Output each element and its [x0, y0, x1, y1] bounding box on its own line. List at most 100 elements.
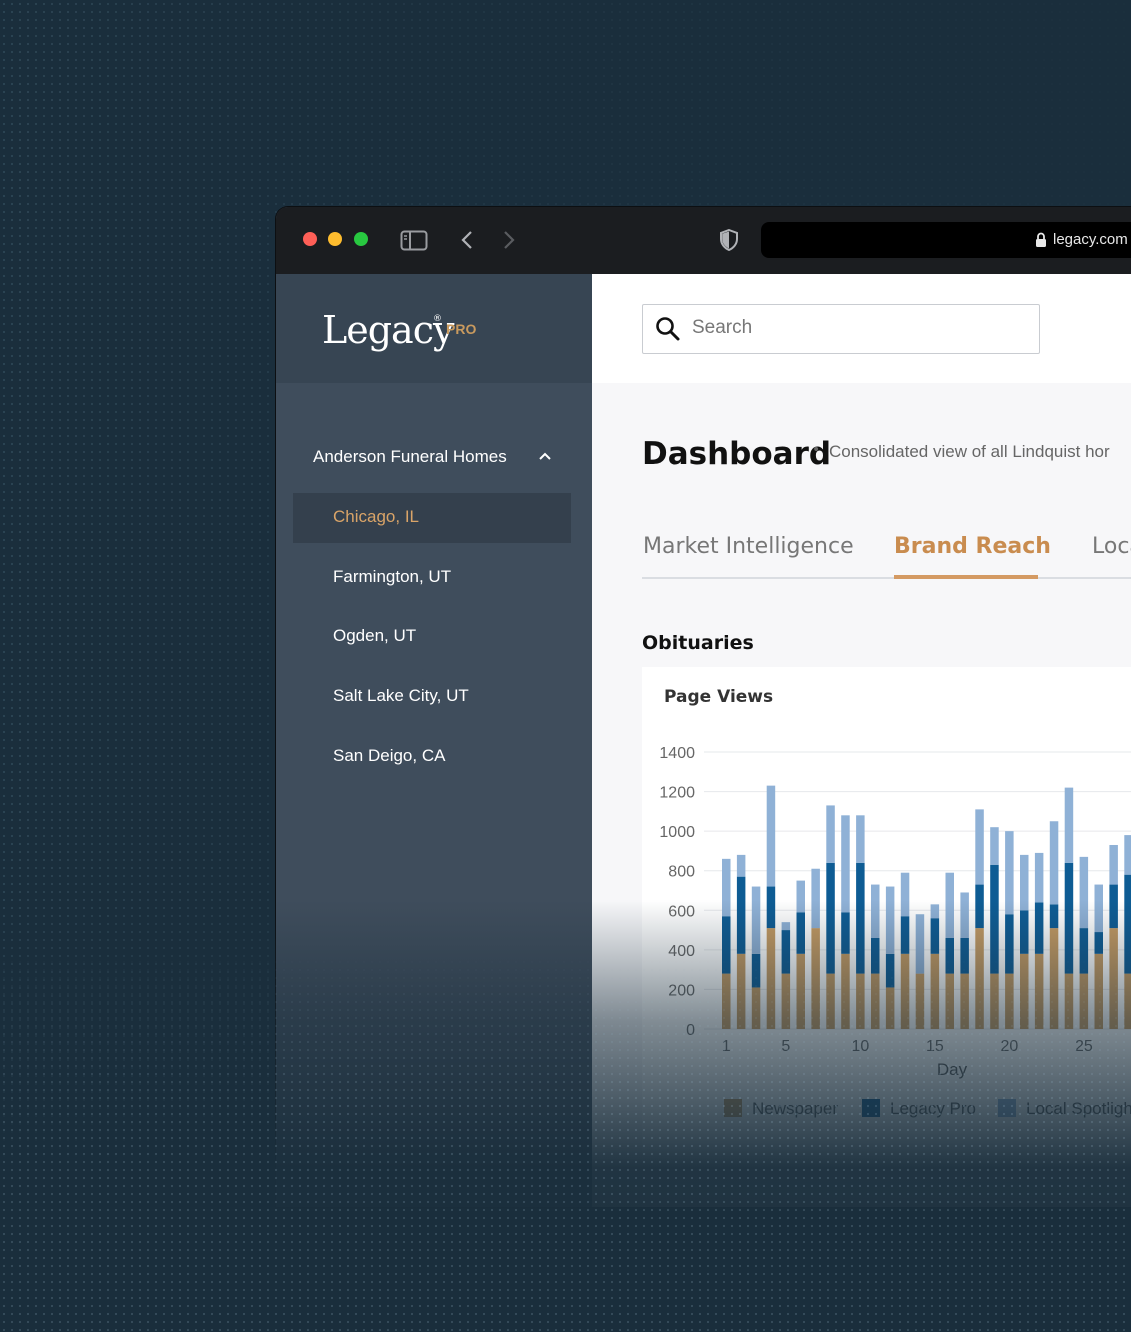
bar-segment: [945, 973, 954, 1029]
legend-label: Local Spotlight: [1026, 1099, 1131, 1118]
bar-segment: [915, 914, 925, 974]
bar-segment: [900, 916, 910, 954]
browser-window: legacy.com Legacy ® PRO Anderson Funeral…: [276, 207, 1131, 1207]
sidebar-item-label: San Deigo, CA: [333, 746, 446, 765]
bar-segment: [975, 884, 984, 929]
sidebar-item-ogden[interactable]: Ogden, UT: [293, 612, 571, 662]
shield-icon[interactable]: [719, 229, 739, 251]
address-bar[interactable]: legacy.com: [761, 222, 1131, 258]
chevron-up-icon[interactable]: [538, 451, 552, 461]
lock-icon: [1036, 232, 1046, 247]
registered-mark: ®: [433, 314, 442, 324]
y-tick-label: 1200: [659, 785, 695, 802]
bar-segment: [1094, 932, 1103, 954]
bar-segment: [751, 953, 761, 988]
page-views-chart: 02004006008001000120014001 5 10 15 20 25DayNe…: [659, 745, 1131, 1118]
x-axis-label: Day: [937, 1060, 968, 1079]
y-tick-label: 600: [668, 903, 695, 920]
bar-segment: [1079, 928, 1089, 974]
page-subtitle: Consolidated view of all Lindquist hor: [829, 442, 1110, 461]
x-tick-label: 25: [1075, 1038, 1093, 1055]
bar-segment: [856, 815, 865, 863]
bar-segment: [722, 858, 731, 917]
sidebar-item-chicago[interactable]: Chicago, IL: [293, 493, 571, 543]
legend-swatch: [724, 1099, 742, 1117]
search-input[interactable]: Search: [692, 317, 752, 339]
legend-label: Legacy Pro: [890, 1099, 976, 1118]
tab-brand-reach[interactable]: Brand Reach: [894, 534, 1051, 559]
title-separator: •: [812, 442, 821, 458]
sidebar: Legacy ® PRO Anderson Funeral Homes Chic…: [276, 274, 592, 1207]
sidebar-item-label: Farmington, UT: [333, 567, 452, 586]
bar-segment: [1005, 973, 1014, 1029]
back-arrow-icon[interactable]: [460, 230, 474, 250]
sidebar-item-label: Salt Lake City, UT: [333, 686, 469, 705]
bar-segment: [1124, 973, 1131, 1029]
bar-segment: [811, 928, 820, 1029]
bar-segment: [885, 987, 895, 1029]
legend-swatch: [862, 1099, 880, 1117]
bar-segment: [1034, 852, 1044, 903]
bar-segment: [766, 785, 776, 887]
sidebar-item-farmington[interactable]: Farmington, UT: [293, 553, 571, 603]
bar-segment: [960, 937, 969, 974]
logo-area: Legacy ® PRO: [276, 274, 592, 383]
bar-segment: [1049, 928, 1059, 1029]
x-tick-label: 20: [1000, 1038, 1018, 1055]
zoom-window-button[interactable]: [354, 232, 368, 246]
y-tick-label: 1000: [659, 824, 695, 841]
bar-segment: [826, 805, 835, 863]
tab-loca[interactable]: Loca: [1092, 534, 1131, 559]
bar-segment: [722, 973, 731, 1029]
bar-segment: [781, 922, 791, 931]
sidebar-item-label: Chicago, IL: [333, 507, 419, 526]
bar-segment: [736, 876, 746, 954]
url-text: legacy.com: [1053, 231, 1128, 248]
bar-segment: [1064, 787, 1074, 863]
bar-segment: [781, 973, 791, 1029]
bar-segment: [1094, 884, 1103, 933]
sidebar-toggle-icon[interactable]: [400, 230, 428, 252]
bar-segment: [751, 886, 761, 954]
tab-market-intelligence[interactable]: Market Intelligence: [643, 534, 854, 559]
bar-segment: [841, 912, 850, 954]
bar-segment: [960, 973, 969, 1029]
bar-segment: [900, 953, 910, 1029]
bar-segment: [885, 953, 895, 988]
sidebar-item-san-deigo[interactable]: San Deigo, CA: [293, 732, 571, 782]
bar-segment: [796, 880, 805, 913]
sidebar-group-header[interactable]: Anderson Funeral Homes: [313, 447, 507, 467]
bar-segment: [900, 872, 910, 917]
bar-segment: [915, 973, 925, 1029]
bar-segment: [781, 930, 791, 974]
tabs-divider: [642, 577, 1131, 579]
minimize-window-button[interactable]: [328, 232, 342, 246]
page-title: Dashboard: [642, 436, 832, 472]
bar-segment: [856, 973, 865, 1029]
x-tick-label: 15: [926, 1038, 944, 1055]
forward-arrow-icon[interactable]: [502, 230, 516, 250]
bar-segment: [1064, 973, 1074, 1029]
y-tick-label: 200: [668, 982, 695, 999]
bar-segment: [796, 953, 805, 1029]
bar-segment: [930, 953, 940, 1029]
bar-segment: [856, 862, 865, 974]
bar-segment: [736, 953, 746, 1029]
sidebar-item-salt-lake-city[interactable]: Salt Lake City, UT: [293, 672, 571, 722]
bar-segment: [826, 973, 835, 1029]
pro-badge: PRO: [446, 321, 477, 337]
page-views-card: Page Views 0 200 400 600 800 1000 1200 1400 1 5 10…: [642, 667, 1131, 1207]
main-content: Search Dashboard • Consolidated view of …: [592, 274, 1131, 1207]
bar-segment: [811, 868, 820, 929]
section-title: Obituaries: [642, 632, 754, 654]
search-box[interactable]: Search: [642, 304, 1040, 354]
y-tick-label: 0: [686, 1022, 695, 1039]
bar-segment: [1049, 821, 1059, 905]
bar-segment: [945, 872, 954, 938]
top-bar: Search: [592, 274, 1131, 383]
active-tab-indicator: [894, 575, 1038, 579]
close-window-button[interactable]: [303, 232, 317, 246]
bar-segment: [975, 809, 984, 885]
bar-segment: [1034, 902, 1044, 954]
bar-segment: [841, 953, 850, 1029]
